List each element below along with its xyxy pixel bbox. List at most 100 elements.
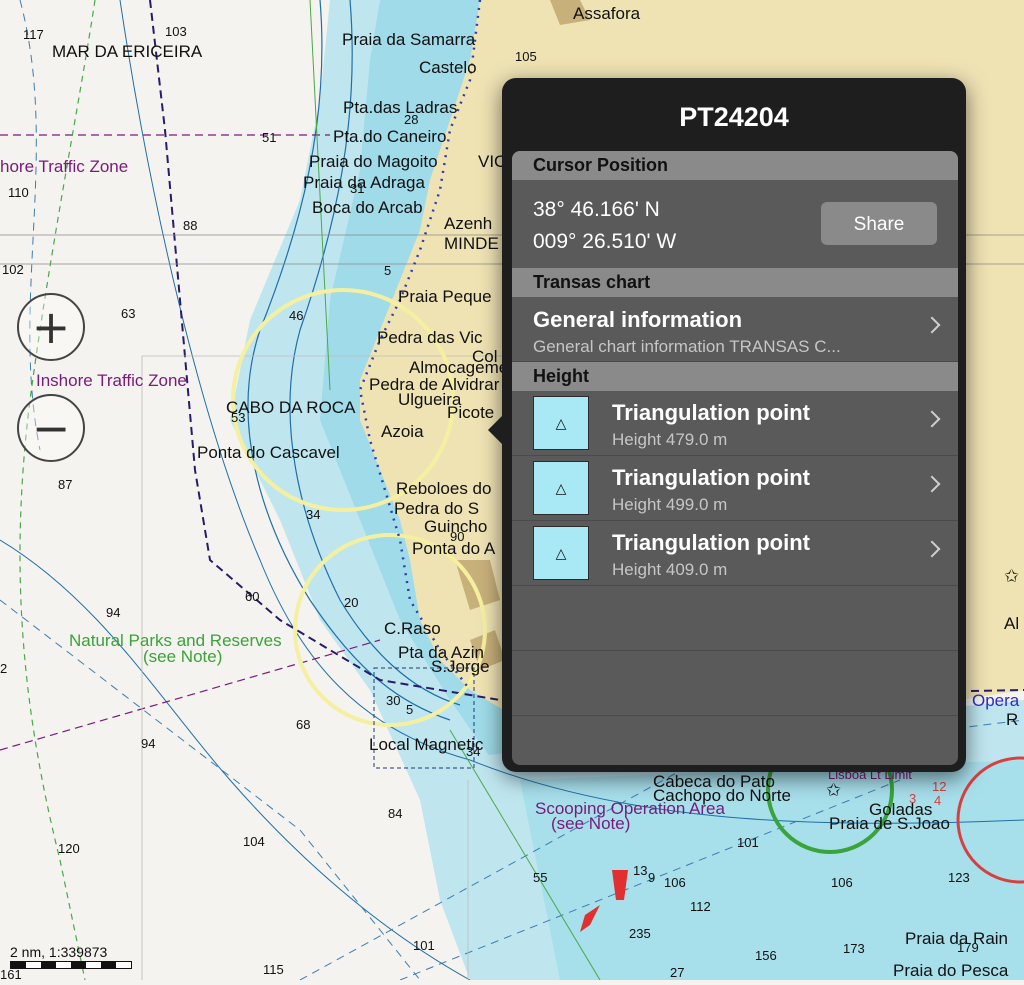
depth-sounding: 120 [58,841,80,856]
general-information-title: General information [533,307,743,332]
depth-sounding: 104 [243,834,265,849]
depth-sounding: 115 [263,962,284,977]
triangulation-point-icon: △ [533,396,589,450]
map-label-reboloes: Reboloes do [396,479,492,498]
zone-label-opera: Opera [972,691,1020,710]
depth-sounding: 63 [121,306,136,321]
svg-text:✩: ✩ [1004,566,1019,586]
depth-sounding: 112 [690,899,711,914]
depth-sounding: 20 [344,595,359,610]
zone-label-inshore-1: hore Traffic Zone [0,157,129,176]
latitude-value: 38° 46.166' N [533,198,660,221]
info-popover: PT24204 Cursor Position 38° 46.166' N 00… [488,78,966,772]
map-label-col: Col [472,347,498,366]
zone-label-inshore-2: Inshore Traffic Zone [36,371,187,390]
depth-sounding: 30 [386,693,401,708]
depth-sounding: 106 [831,875,853,890]
map-label-minde: MINDE [444,234,499,253]
longitude-value: 009° 26.510' W [533,230,677,253]
depth-sounding: 9 [648,870,656,885]
height-row-subtitle: Height 409.0 m [612,560,728,579]
depth-sounding: 156 [755,948,777,963]
depth-sounding: 53 [231,410,246,425]
depth-sounding: 117 [23,27,44,42]
depth-sounding: 46 [289,308,304,323]
map-label-castelo: Castelo [419,58,477,77]
depth-sounding: 84 [388,806,403,821]
depth-sounding: 235 [629,926,651,941]
map-label-c-raso: C.Raso [384,619,441,638]
chevron-right-icon [923,540,941,558]
section-header-height: Height [512,362,958,391]
zoom-in-button[interactable]: + [17,293,85,361]
general-information-subtitle: General chart information TRANSAS C... [533,337,841,356]
map-label-arcab: Boca do Arcab [312,198,423,217]
map-label-assafora: Assafora [573,4,641,23]
general-information-row[interactable]: General information General chart inform… [512,297,958,362]
depth-sounding: 31 [350,181,365,196]
triangulation-point-icon: △ [533,461,589,515]
popover-arrow [488,414,504,446]
map-label-cascavel: Ponta do Cascavel [197,443,340,462]
map-label-azenh: Azenh [444,214,493,233]
depth-sounding: 94 [141,736,156,751]
depth-sounding: 105 [515,49,537,64]
depth-sounding: 90 [450,529,465,544]
depth-sounding: 110 [8,185,29,200]
parks-label-note: (see Note) [143,647,223,666]
depth-sounding: 12 [932,779,947,794]
depth-sounding: 5 [384,263,392,278]
depth-sounding: 5 [406,702,414,717]
depth-sounding: 87 [58,477,73,492]
map-label-ladras: Pta.das Ladras [343,98,458,117]
depth-sounding: 106 [664,875,686,890]
zone-label-scooping-note: (see Note) [551,814,631,833]
empty-row [512,651,958,716]
depth-sounding: 103 [165,24,187,39]
map-label-samarra: Praia da Samarra [342,30,476,49]
section-header-chart: Transas chart [512,268,958,297]
depth-sounding: 34 [466,744,481,759]
depth-sounding: 102 [2,262,24,277]
depth-sounding: 4 [934,793,942,808]
depth-sounding: 3 [909,791,917,806]
depth-sounding: 28 [404,112,419,127]
height-row[interactable]: △ Triangulation point Height 409.0 m [512,521,958,586]
depth-sounding: 88 [183,218,198,233]
depth-sounding: 51 [262,130,277,145]
map-label-magoito: Praia do Magoito [309,152,438,171]
map-label-praia-peq: Praia Peque [398,287,492,306]
svg-text:✩: ✩ [826,780,841,800]
chevron-right-icon [923,475,941,493]
map-label-al: Al [1004,614,1020,633]
depth-sounding: 27 [670,965,685,980]
map-label-caneiro: Pta.do Caneiro [333,127,447,146]
popover-title: PT24204 [679,102,789,132]
depth-sounding: 101 [737,835,759,850]
depth-sounding: 60 [245,589,260,604]
depth-sounding: 101 [413,938,435,953]
depth-sounding: 94 [106,605,121,620]
depth-sounding: 2 [0,661,8,676]
cursor-position-block: 38° 46.166' N 009° 26.510' W Share [512,180,958,268]
share-button[interactable]: Share [821,202,937,245]
height-row[interactable]: △ Triangulation point Height 479.0 m [512,391,958,456]
depth-sounding: 179 [957,940,979,955]
map-label-s-joao: Praia de S.Joao [829,814,950,833]
plus-icon: + [31,300,71,354]
height-row-subtitle: Height 479.0 m [612,430,728,449]
map-label-r: R [1006,710,1019,729]
depth-sounding: 55 [533,870,548,885]
depth-sounding: 123 [948,870,970,885]
zoom-out-button[interactable]: − [17,394,85,462]
map-label-pedra-vic: Pedra das Vic [377,328,483,347]
height-row[interactable]: △ Triangulation point Height 499.0 m [512,456,958,521]
height-row-title: Triangulation point [612,400,810,425]
empty-row [512,586,958,651]
map-label-s-jorge: S.Jorge [431,657,490,676]
map-label-pesca: Praia do Pesca [893,961,1009,980]
triangulation-point-icon: △ [533,526,589,580]
chevron-right-icon [923,316,941,334]
map-label-pedra-s: Pedra do S [394,499,480,518]
height-row-title: Triangulation point [612,465,810,490]
